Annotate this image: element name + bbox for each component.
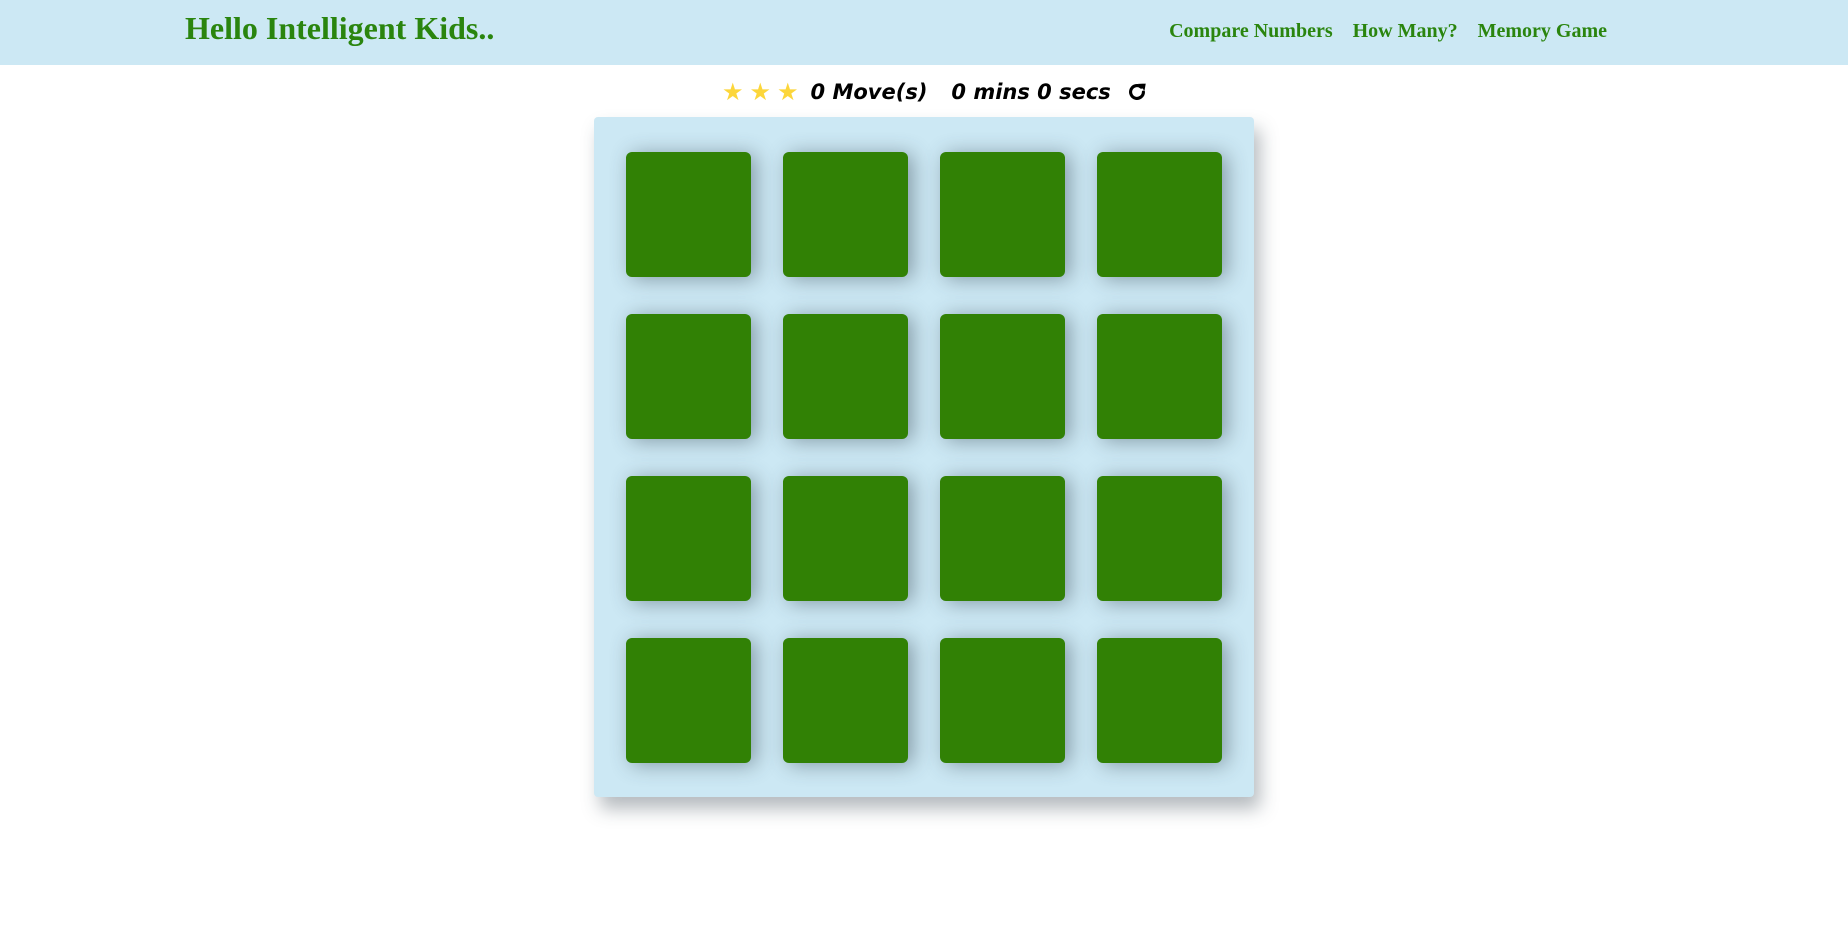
memory-card[interactable]	[626, 638, 751, 763]
nav-link-memory-game[interactable]: Memory Game	[1478, 19, 1607, 43]
memory-card[interactable]	[1097, 314, 1222, 439]
star-icon: ★	[749, 78, 772, 106]
nav-link-how-many[interactable]: How Many?	[1353, 19, 1458, 43]
navbar: Hello Intelligent Kids.. Compare Numbers…	[0, 0, 1848, 65]
nav-link-compare-numbers[interactable]: Compare Numbers	[1169, 19, 1333, 43]
memory-card[interactable]	[626, 152, 751, 277]
memory-card[interactable]	[1097, 476, 1222, 601]
memory-card[interactable]	[940, 476, 1065, 601]
memory-card[interactable]	[940, 638, 1065, 763]
memory-card[interactable]	[783, 476, 908, 601]
timer: 0 mins 0 secs	[951, 80, 1111, 104]
memory-card[interactable]	[783, 314, 908, 439]
memory-card[interactable]	[783, 638, 908, 763]
score-panel: ★ ★ ★ 0 Move(s) 0 mins 0 secs	[722, 77, 1149, 107]
star-rating: ★ ★ ★	[722, 80, 799, 104]
moves-counter: 0 Move(s)	[810, 80, 928, 104]
restart-button[interactable]	[1125, 80, 1149, 104]
repeat-icon	[1128, 83, 1146, 100]
star-icon: ★	[722, 78, 744, 106]
brand-title[interactable]: Hello Intelligent Kids..	[185, 8, 494, 48]
memory-card[interactable]	[1097, 152, 1222, 277]
memory-card[interactable]	[940, 314, 1065, 439]
card-deck	[594, 117, 1254, 797]
memory-card[interactable]	[940, 152, 1065, 277]
memory-card[interactable]	[783, 152, 908, 277]
memory-card[interactable]	[626, 476, 751, 601]
nav-links: Compare Numbers How Many? Memory Game	[1169, 19, 1607, 43]
star-icon: ★	[777, 78, 799, 106]
memory-card[interactable]	[626, 314, 751, 439]
memory-card[interactable]	[1097, 638, 1222, 763]
